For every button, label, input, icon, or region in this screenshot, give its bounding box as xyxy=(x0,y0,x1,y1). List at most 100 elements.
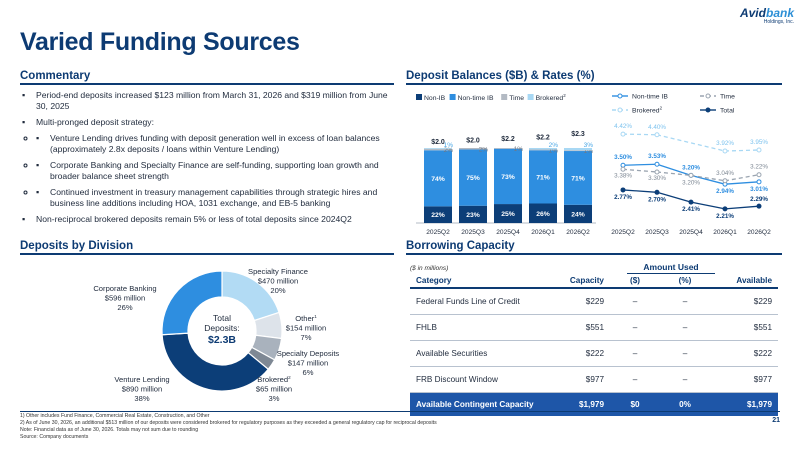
x-tick-label: 2026Q1 xyxy=(713,229,737,236)
cell-capacity: $222 xyxy=(550,340,610,367)
bar-data-label: 71% xyxy=(571,175,585,182)
amount-used-header: Amount Used xyxy=(627,262,715,274)
cell-available: $222 xyxy=(710,340,778,367)
footnote: 2) As of June 30, 2026, an additional $5… xyxy=(20,420,437,426)
line-data-label: 3.04% xyxy=(716,170,734,177)
cell-amount-percent: – xyxy=(660,314,710,341)
bar-total-label: $2.0 xyxy=(466,138,480,145)
commentary-bullet: Multi-pronged deposit strategy: Venture … xyxy=(22,117,392,209)
line-data-label: 3.92% xyxy=(716,140,734,147)
deposit-balances-title: Deposit Balances ($B) & Rates (%) xyxy=(406,70,595,82)
slice-percent-label: 26% xyxy=(117,303,132,312)
bar-data-label: 2% xyxy=(549,142,559,149)
company-logo: Avidbank Holdings, Inc. xyxy=(722,6,794,25)
footnote: 1) Other includes Fund Finance, Commerci… xyxy=(20,413,210,419)
data-point xyxy=(688,199,694,205)
slice-percent-label: 7% xyxy=(301,333,312,342)
page-number: 21 xyxy=(772,417,780,424)
data-point xyxy=(756,203,762,209)
bar-data-label: 24% xyxy=(571,211,585,218)
commentary-sub-bullet: Venture Lending drives funding with depo… xyxy=(36,133,392,155)
line-data-label: 3.95% xyxy=(750,139,768,146)
line-data-label: 3.38% xyxy=(614,172,632,179)
slice-percent-label: 3% xyxy=(269,394,280,403)
data-point xyxy=(654,189,660,195)
legend-swatch-non-time-ib xyxy=(449,94,456,100)
line-data-label: 2.21% xyxy=(716,213,734,220)
slice-amount-label: $470 million xyxy=(258,277,299,286)
legend-label: Time xyxy=(509,95,524,102)
slice-name-label: Other1 xyxy=(295,314,317,323)
x-tick-label: 2025Q3 xyxy=(461,229,485,236)
line-data-label: 3.53% xyxy=(648,153,666,160)
series-line-segment xyxy=(724,149,760,152)
x-tick-label: 2025Q2 xyxy=(426,229,450,236)
deposits-by-division-title: Deposits by Division xyxy=(20,240,134,252)
bar-data-label: 26% xyxy=(536,211,550,218)
line-data-label: 2.70% xyxy=(648,196,666,203)
x-tick-label: 2025Q3 xyxy=(645,229,669,236)
legend-marker xyxy=(705,107,711,113)
data-point xyxy=(722,148,728,154)
deposit-balances-rule xyxy=(406,83,782,85)
series-line-segment xyxy=(724,205,760,210)
line-data-label: 4.42% xyxy=(614,123,632,130)
bar-data-label: 75% xyxy=(466,175,480,182)
line-data-label: 3.30% xyxy=(648,175,666,182)
line-data-label: 3.50% xyxy=(614,154,632,161)
legend-marker xyxy=(705,93,711,99)
donut-center-label: Total xyxy=(213,313,231,323)
legend-swatch-brokered xyxy=(527,94,534,100)
bar-total-label: $2.3 xyxy=(571,131,585,138)
slice-name-label: Brokered2 xyxy=(257,375,291,384)
line-data-label: 3.22% xyxy=(750,164,768,171)
slice-name-label: Specialty Deposits xyxy=(277,349,340,358)
units-note: ($ in millions) xyxy=(410,265,449,272)
bar-data-label: 3% xyxy=(584,142,594,149)
bar-data-label: 73% xyxy=(501,174,515,181)
x-tick-label: 2025Q2 xyxy=(611,229,635,236)
cell-amount-dollars: – xyxy=(610,288,660,315)
x-tick-label: 2026Q1 xyxy=(531,229,555,236)
column-header-capacity: Capacity xyxy=(550,274,610,289)
deposits-by-division-donut: TotalDeposits:$2.3B Specialty Finance$470… xyxy=(93,267,340,403)
donut-center-label: Deposits: xyxy=(204,323,239,333)
page-title: Varied Funding Sources xyxy=(20,28,300,56)
slice-percent-label: 38% xyxy=(134,394,149,403)
legend-label: Non-time IB xyxy=(458,95,494,102)
legend-label: Non-IB xyxy=(424,95,446,102)
cell-amount-percent: – xyxy=(660,366,710,393)
slice-percent-label: 20% xyxy=(270,286,285,295)
data-point xyxy=(654,132,660,138)
legend-marker xyxy=(617,93,623,99)
cell-available: $977 xyxy=(710,366,778,393)
cell-amount-dollars: – xyxy=(610,366,660,393)
bar-data-label: 2% xyxy=(479,146,489,153)
series-line-segment xyxy=(724,181,760,185)
x-tick-label: 2026Q2 xyxy=(566,229,590,236)
data-point xyxy=(654,161,660,167)
line-data-label: 2.77% xyxy=(614,194,632,201)
deposit-rate-line-chart: Non-time IB Time Brokered2 Total 3.50% 3.53% 3… xyxy=(611,93,771,236)
commentary-sub-bullet: Corporate Banking and Specialty Finance … xyxy=(36,160,392,182)
data-point xyxy=(756,172,762,178)
footnotes: 1) Other includes Fund Finance, Commerci… xyxy=(20,413,760,441)
table-header-row: Category Capacity ($) (%) Available xyxy=(410,274,778,289)
slice-amount-label: $154 million xyxy=(286,324,327,333)
line-data-label: 2.41% xyxy=(682,206,700,213)
line-data-label: 3.01% xyxy=(750,186,768,193)
data-point xyxy=(722,206,728,212)
data-point xyxy=(620,131,626,137)
legend-label: Non-time IB xyxy=(632,94,668,101)
borrowing-table-wrap: Category Capacity ($) (%) Available Fede… xyxy=(410,274,778,416)
table-row: Available Securities $222 – – $222 xyxy=(410,340,778,367)
cell-capacity: $229 xyxy=(550,288,610,315)
deposit-balance-bar-chart: Non-IB Non-time IB Time Brokered2 22% 74% 2% 1%… xyxy=(416,93,596,236)
donut-center-value: $2.3B xyxy=(208,334,236,346)
data-point xyxy=(620,162,626,168)
data-point xyxy=(620,187,626,193)
logo-brand-b: bank xyxy=(765,6,794,20)
cell-category: Available Securities xyxy=(410,340,550,367)
column-header-available: Available xyxy=(710,274,778,289)
bar-data-label: 25% xyxy=(501,211,515,218)
